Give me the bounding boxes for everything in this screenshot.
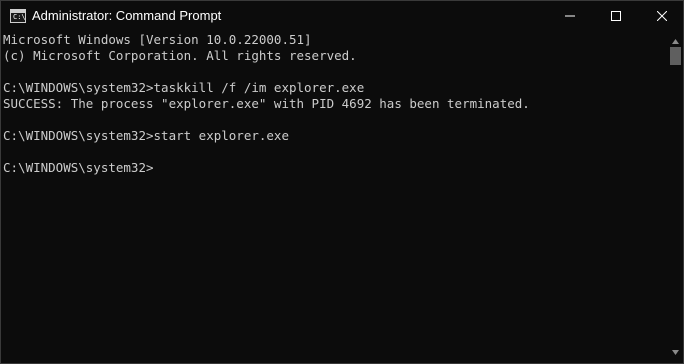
maximize-button[interactable] bbox=[593, 1, 639, 31]
window-title: Administrator: Command Prompt bbox=[32, 8, 222, 23]
title-bar[interactable]: C:\ Administrator: Command Prompt bbox=[1, 1, 683, 31]
minimize-icon bbox=[565, 15, 575, 17]
console-line: SUCCESS: The process "explorer.exe" with… bbox=[3, 96, 530, 111]
command-prompt-window: C:\ Administrator: Command Prompt Micros… bbox=[0, 0, 684, 364]
console-line: (c) Microsoft Corporation. All rights re… bbox=[3, 48, 357, 63]
cmd-icon-glyph: C:\ bbox=[13, 13, 26, 21]
cmd-icon[interactable]: C:\ bbox=[10, 9, 26, 23]
scroll-thumb[interactable] bbox=[670, 47, 681, 65]
maximize-icon bbox=[611, 11, 621, 21]
close-icon bbox=[657, 11, 667, 21]
console-prompt: C:\WINDOWS\system32> bbox=[3, 160, 154, 175]
close-button[interactable] bbox=[639, 1, 683, 31]
console-line: C:\WINDOWS\system32>start explorer.exe bbox=[3, 128, 289, 143]
console-line: Microsoft Windows [Version 10.0.22000.51… bbox=[3, 32, 312, 47]
vertical-scrollbar[interactable] bbox=[667, 31, 683, 363]
console-output[interactable]: Microsoft Windows [Version 10.0.22000.51… bbox=[1, 31, 667, 363]
scroll-down-button[interactable] bbox=[667, 346, 683, 358]
console-line: C:\WINDOWS\system32>taskkill /f /im expl… bbox=[3, 80, 365, 95]
minimize-button[interactable] bbox=[547, 1, 593, 31]
scroll-up-button[interactable] bbox=[667, 35, 683, 47]
scroll-down-arrow-icon bbox=[672, 349, 679, 355]
scroll-up-arrow-icon bbox=[672, 38, 679, 44]
